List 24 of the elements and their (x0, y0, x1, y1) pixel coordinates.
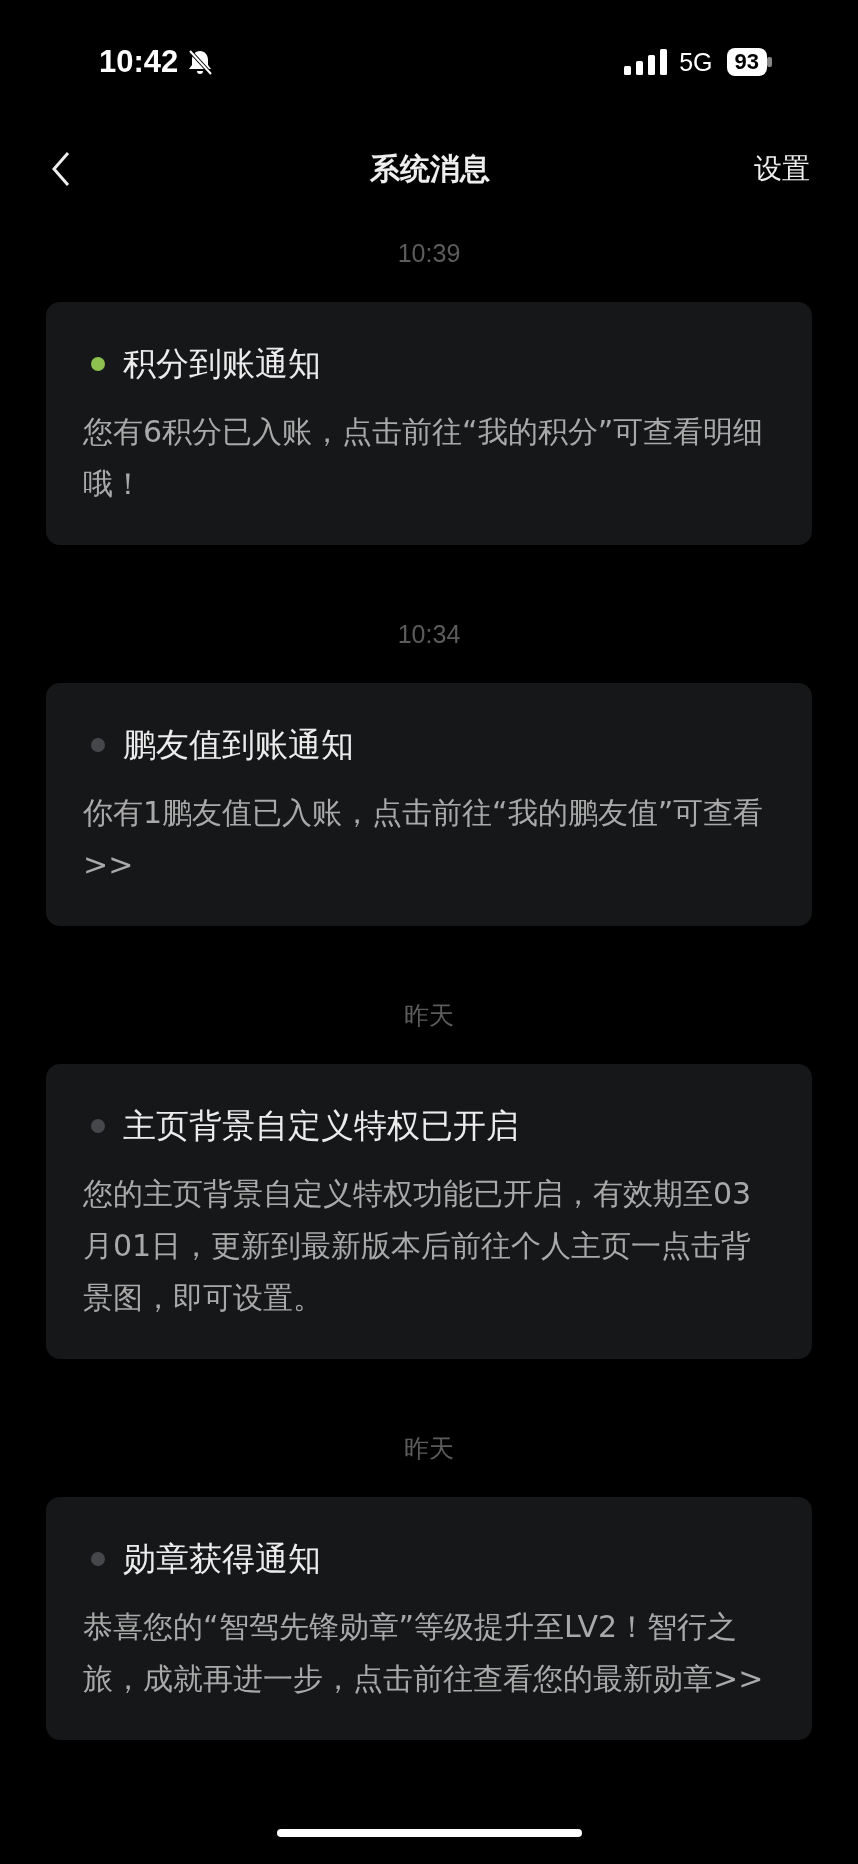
back-button[interactable] (50, 151, 72, 187)
settings-link[interactable]: 设置 (754, 150, 810, 188)
message-card[interactable]: 勋章获得通知 恭喜您的“智驾先锋勋章”等级提升至LV2！智行之旅，成就再进一步，点击前往查看您的最新勋章>> (46, 1497, 812, 1740)
message-time: 10:34 (397, 619, 461, 650)
message-body: 恭喜您的“智驾先锋勋章”等级提升至LV2！智行之旅，成就再进一步，点击前往查看您的最新勋章>> (83, 1608, 765, 1698)
message-body: 您的主页背景自定义特权功能已开启，有效期至03月01日，更新到最新版本后前往个人主页一点击背景图，即可设置。 (83, 1175, 753, 1317)
page-title: 系统消息 (370, 149, 490, 188)
message-time: 10:39 (397, 238, 461, 269)
message-card[interactable]: 鹏友值到账通知 你有1鹏友值已入账，点击前往“我的鹏友值”可查看>> (46, 683, 812, 926)
message-card[interactable]: 主页背景自定义特权已开启 您的主页背景自定义特权功能已开启，有效期至03月01日，更新到最新版本后前往个人主页一点击背景图，即可设置。 (46, 1064, 812, 1359)
message-title: 勋章获得通知 (123, 1537, 321, 1580)
message-card[interactable]: 积分到账通知 您有6积分已入账，点击前往“我的积分”可查看明细哦！ (46, 302, 812, 545)
message-body: 您有6积分已入账，点击前往“我的积分”可查看明细哦！ (83, 413, 765, 503)
battery-level: 93 (726, 48, 767, 76)
signal-icon (624, 49, 668, 75)
message-title: 主页背景自定义特权已开启 (123, 1104, 519, 1147)
message-time: 昨天 (404, 1433, 454, 1464)
message-body: 你有1鹏友值已入账，点击前往“我的鹏友值”可查看>> (83, 794, 765, 884)
message-title: 积分到账通知 (123, 342, 321, 385)
message-title: 鹏友值到账通知 (123, 723, 354, 766)
network-label: 5G (679, 47, 713, 77)
message-time: 昨天 (404, 1000, 454, 1031)
battery-cap-icon (767, 57, 772, 67)
clock-time: 10:42 (99, 44, 179, 80)
